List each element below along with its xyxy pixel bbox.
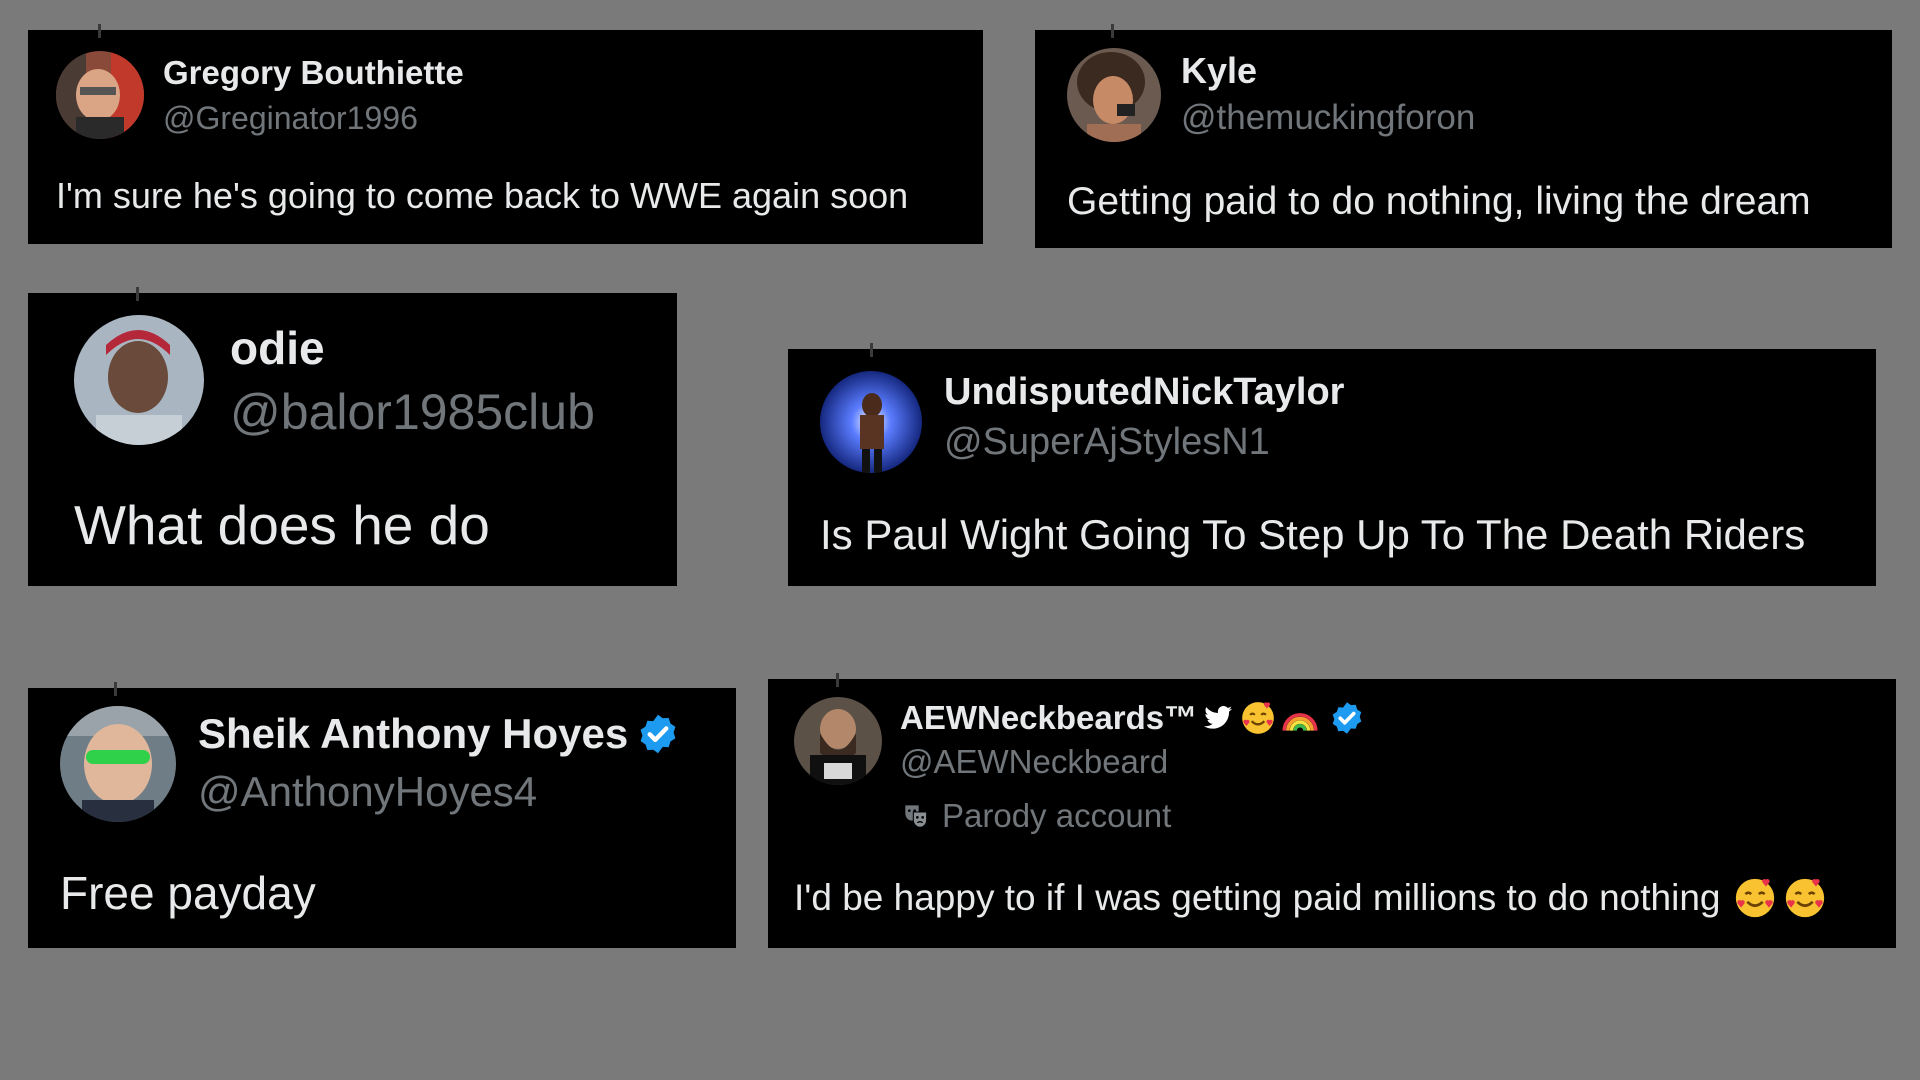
- user-handle[interactable]: @balor1985club: [230, 383, 595, 441]
- display-name-text[interactable]: Sheik Anthony Hoyes: [198, 710, 628, 758]
- tweet-text: Free payday: [60, 867, 316, 919]
- card-pin: [114, 682, 117, 696]
- tweet-card[interactable]: odie @balor1985club What does he do: [28, 287, 677, 586]
- display-name[interactable]: Sheik Anthony Hoyes: [198, 710, 680, 758]
- tweet-card[interactable]: UndisputedNickTaylor @SuperAjStylesN1 Is…: [788, 343, 1876, 586]
- rainbow-emoji: [1281, 699, 1319, 737]
- parody-label: Parody account: [900, 797, 1171, 835]
- tweet-text: I'd be happy to if I was getting paid mi…: [794, 875, 1828, 921]
- display-name[interactable]: Gregory Bouthiette: [163, 54, 464, 92]
- card-pin: [836, 673, 839, 687]
- avatar[interactable]: [74, 315, 204, 445]
- avatar[interactable]: [820, 371, 922, 473]
- smiling-face-with-hearts-emoji: [1732, 875, 1778, 921]
- tweet-card[interactable]: Gregory Bouthiette @Greginator1996 I'm s…: [28, 24, 983, 244]
- tweet-card[interactable]: AEWNeckbeards™ @AEWNeckbeard Parody acco…: [768, 673, 1896, 948]
- avatar[interactable]: [56, 51, 144, 139]
- display-name[interactable]: UndisputedNickTaylor: [944, 371, 1344, 414]
- display-name[interactable]: Kyle: [1181, 50, 1257, 92]
- bird-emoji: [1201, 701, 1235, 735]
- smiling-face-with-hearts-emoji: [1782, 875, 1828, 921]
- avatar[interactable]: [1067, 48, 1161, 142]
- tweet-text: What does he do: [74, 494, 490, 556]
- tweet-text: I'm sure he's going to come back to WWE …: [56, 175, 909, 216]
- card-pin: [136, 287, 139, 301]
- verified-badge-icon: [636, 712, 680, 756]
- verified-badge-icon: [1329, 700, 1365, 736]
- tweet-text: Getting paid to do nothing, living the d…: [1067, 180, 1811, 223]
- display-name[interactable]: odie: [230, 321, 325, 375]
- avatar[interactable]: [794, 697, 882, 785]
- user-handle[interactable]: @themuckingforon: [1181, 98, 1475, 138]
- user-handle[interactable]: @AnthonyHoyes4: [198, 768, 537, 816]
- display-name-text[interactable]: AEWNeckbeards™: [900, 699, 1197, 737]
- theater-mask-icon: [900, 800, 932, 832]
- tweet-card[interactable]: Sheik Anthony Hoyes @AnthonyHoyes4 Free …: [28, 682, 736, 948]
- user-handle[interactable]: @AEWNeckbeard: [900, 743, 1168, 781]
- tweet-text-content: I'd be happy to if I was getting paid mi…: [794, 877, 1721, 918]
- tweet-card[interactable]: Kyle @themuckingforon Getting paid to do…: [1035, 24, 1892, 248]
- card-pin: [1111, 24, 1114, 38]
- avatar[interactable]: [60, 706, 176, 822]
- user-handle[interactable]: @SuperAjStylesN1: [944, 421, 1270, 464]
- tweet-text: Is Paul Wight Going To Step Up To The De…: [820, 511, 1806, 558]
- smiling-face-with-hearts-emoji: [1239, 699, 1277, 737]
- parody-label-text: Parody account: [942, 797, 1172, 834]
- card-pin: [98, 24, 101, 38]
- user-handle[interactable]: @Greginator1996: [163, 100, 418, 137]
- display-name[interactable]: AEWNeckbeards™: [900, 699, 1365, 737]
- card-pin: [870, 343, 873, 357]
